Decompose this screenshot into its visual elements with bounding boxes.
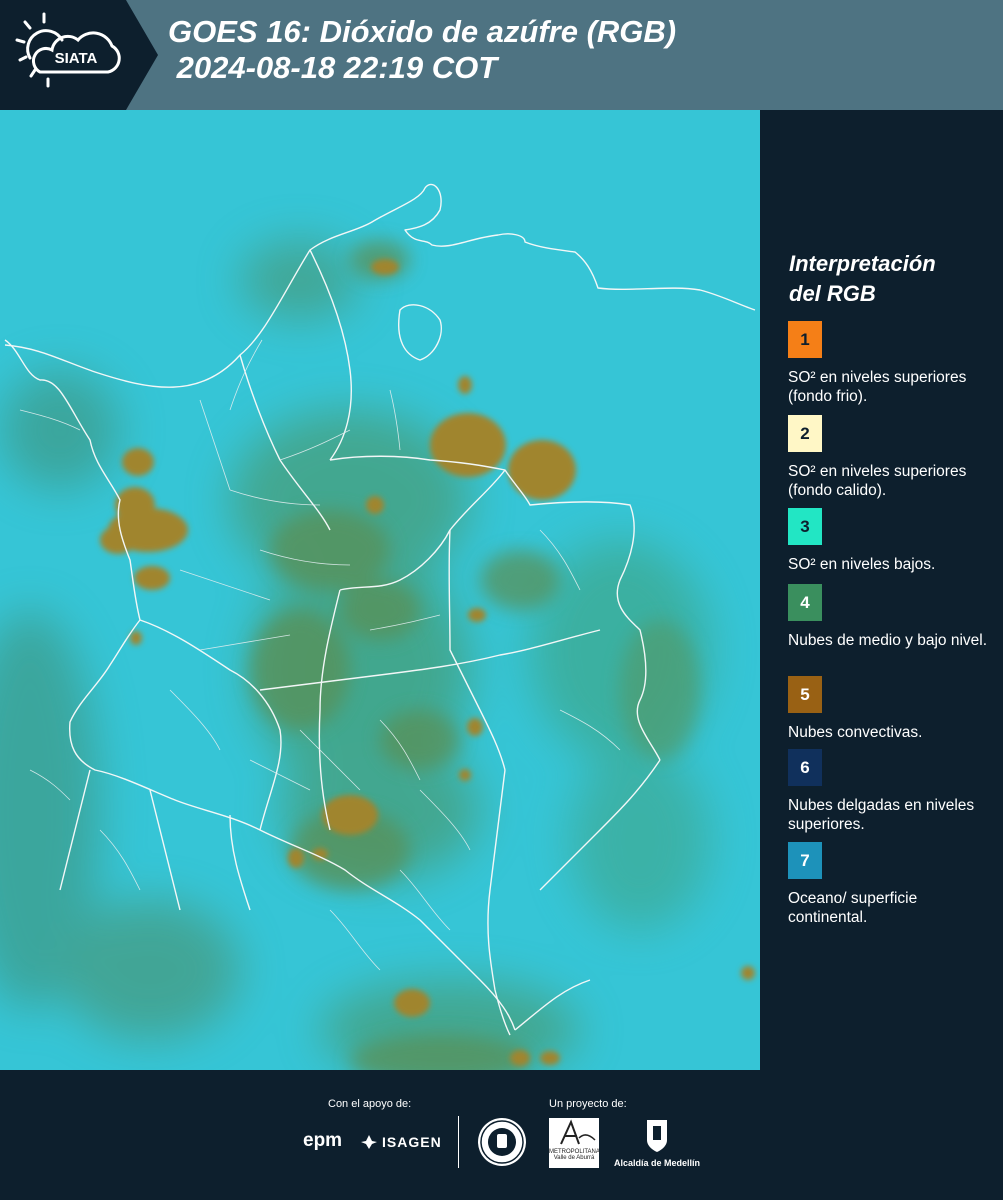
legend-item-7: 7 Oceano/ superficie continental. bbox=[788, 842, 993, 927]
legend-item-4: 4 Nubes de medio y bajo nivel. bbox=[788, 584, 993, 650]
legend-text-3: SO² en niveles bajos. bbox=[788, 556, 936, 573]
seal-icon bbox=[480, 1120, 524, 1164]
legend-item-1: 1 SO² en niveles superiores (fondo frio)… bbox=[788, 321, 993, 406]
area-name-text: METROPOLITANA Valle de Aburrá bbox=[549, 1149, 600, 1161]
legend-item-3: 3 SO² en niveles bajos. bbox=[788, 508, 993, 574]
legend-swatch-7: 7 bbox=[788, 842, 822, 879]
legend-text-1: SO² en niveles superiores (fondo frio). bbox=[788, 369, 967, 405]
title-line-2: 2024-08-18 22:19 COT bbox=[168, 50, 498, 85]
legend-text-4: Nubes de medio y bajo nivel. bbox=[788, 632, 988, 649]
alcaldia-name: Alcaldía de Medellín bbox=[613, 1158, 701, 1168]
legend-panel: Interpretación del RGB 1 SO² en niveles … bbox=[760, 110, 1003, 1070]
area-script-icon bbox=[560, 1119, 596, 1145]
alcaldia-logo: Alcaldía de Medellín bbox=[612, 1118, 702, 1168]
legend-item-5: 5 Nubes convectivas. bbox=[788, 676, 993, 742]
siata-logo-block: SIATA bbox=[0, 0, 158, 110]
legend-swatch-5: 5 bbox=[788, 676, 822, 713]
support-label: Con el apoyo de: bbox=[328, 1098, 412, 1110]
legend-text-2: SO² en niveles superiores (fondo calido)… bbox=[788, 463, 967, 499]
legend-title-line-2: del RGB bbox=[789, 281, 876, 306]
legend-text-6: Nubes delgadas en niveles superiores. bbox=[788, 797, 975, 833]
legend-title-line-1: Interpretación bbox=[789, 251, 936, 276]
legend-swatch-4: 4 bbox=[788, 584, 822, 621]
isagen-icon bbox=[361, 1135, 377, 1149]
shield-icon bbox=[647, 1120, 667, 1152]
epm-logo: epm bbox=[303, 1130, 343, 1151]
logo-text: SIATA bbox=[55, 50, 98, 67]
area-metropolitana-logo: METROPOLITANA Valle de Aburrá bbox=[549, 1118, 600, 1168]
footer: Con el apoyo de: Un proyecto de: epm ISA… bbox=[0, 1070, 1003, 1200]
legend-item-6: 6 Nubes delgadas en niveles superiores. bbox=[788, 749, 993, 834]
legend-text-7: Oceano/ superficie continental. bbox=[788, 890, 918, 926]
legend-text-5: Nubes convectivas. bbox=[788, 724, 923, 741]
isagen-logo: ISAGEN bbox=[382, 1134, 442, 1150]
medellin-seal-logo bbox=[478, 1118, 526, 1166]
legend-swatch-1: 1 bbox=[788, 321, 822, 358]
legend-swatch-6: 6 bbox=[788, 749, 822, 786]
satellite-map bbox=[0, 110, 760, 1070]
legend-swatch-3: 3 bbox=[788, 508, 822, 545]
legend-swatch-2: 2 bbox=[788, 415, 822, 452]
project-label: Un proyecto de: bbox=[549, 1098, 627, 1110]
legend-item-2: 2 SO² en niveles superiores (fondo calid… bbox=[788, 415, 993, 500]
legend-title: Interpretación del RGB bbox=[789, 249, 989, 309]
page-title: GOES 16: Dióxido de azúfre (RGB) 2024-08… bbox=[168, 14, 676, 86]
title-line-1: GOES 16: Dióxido de azúfre (RGB) bbox=[168, 14, 677, 49]
footer-divider bbox=[458, 1116, 459, 1168]
header-bar: SIATA GOES 16: Dióxido de azúfre (RGB) 2… bbox=[0, 0, 1003, 110]
